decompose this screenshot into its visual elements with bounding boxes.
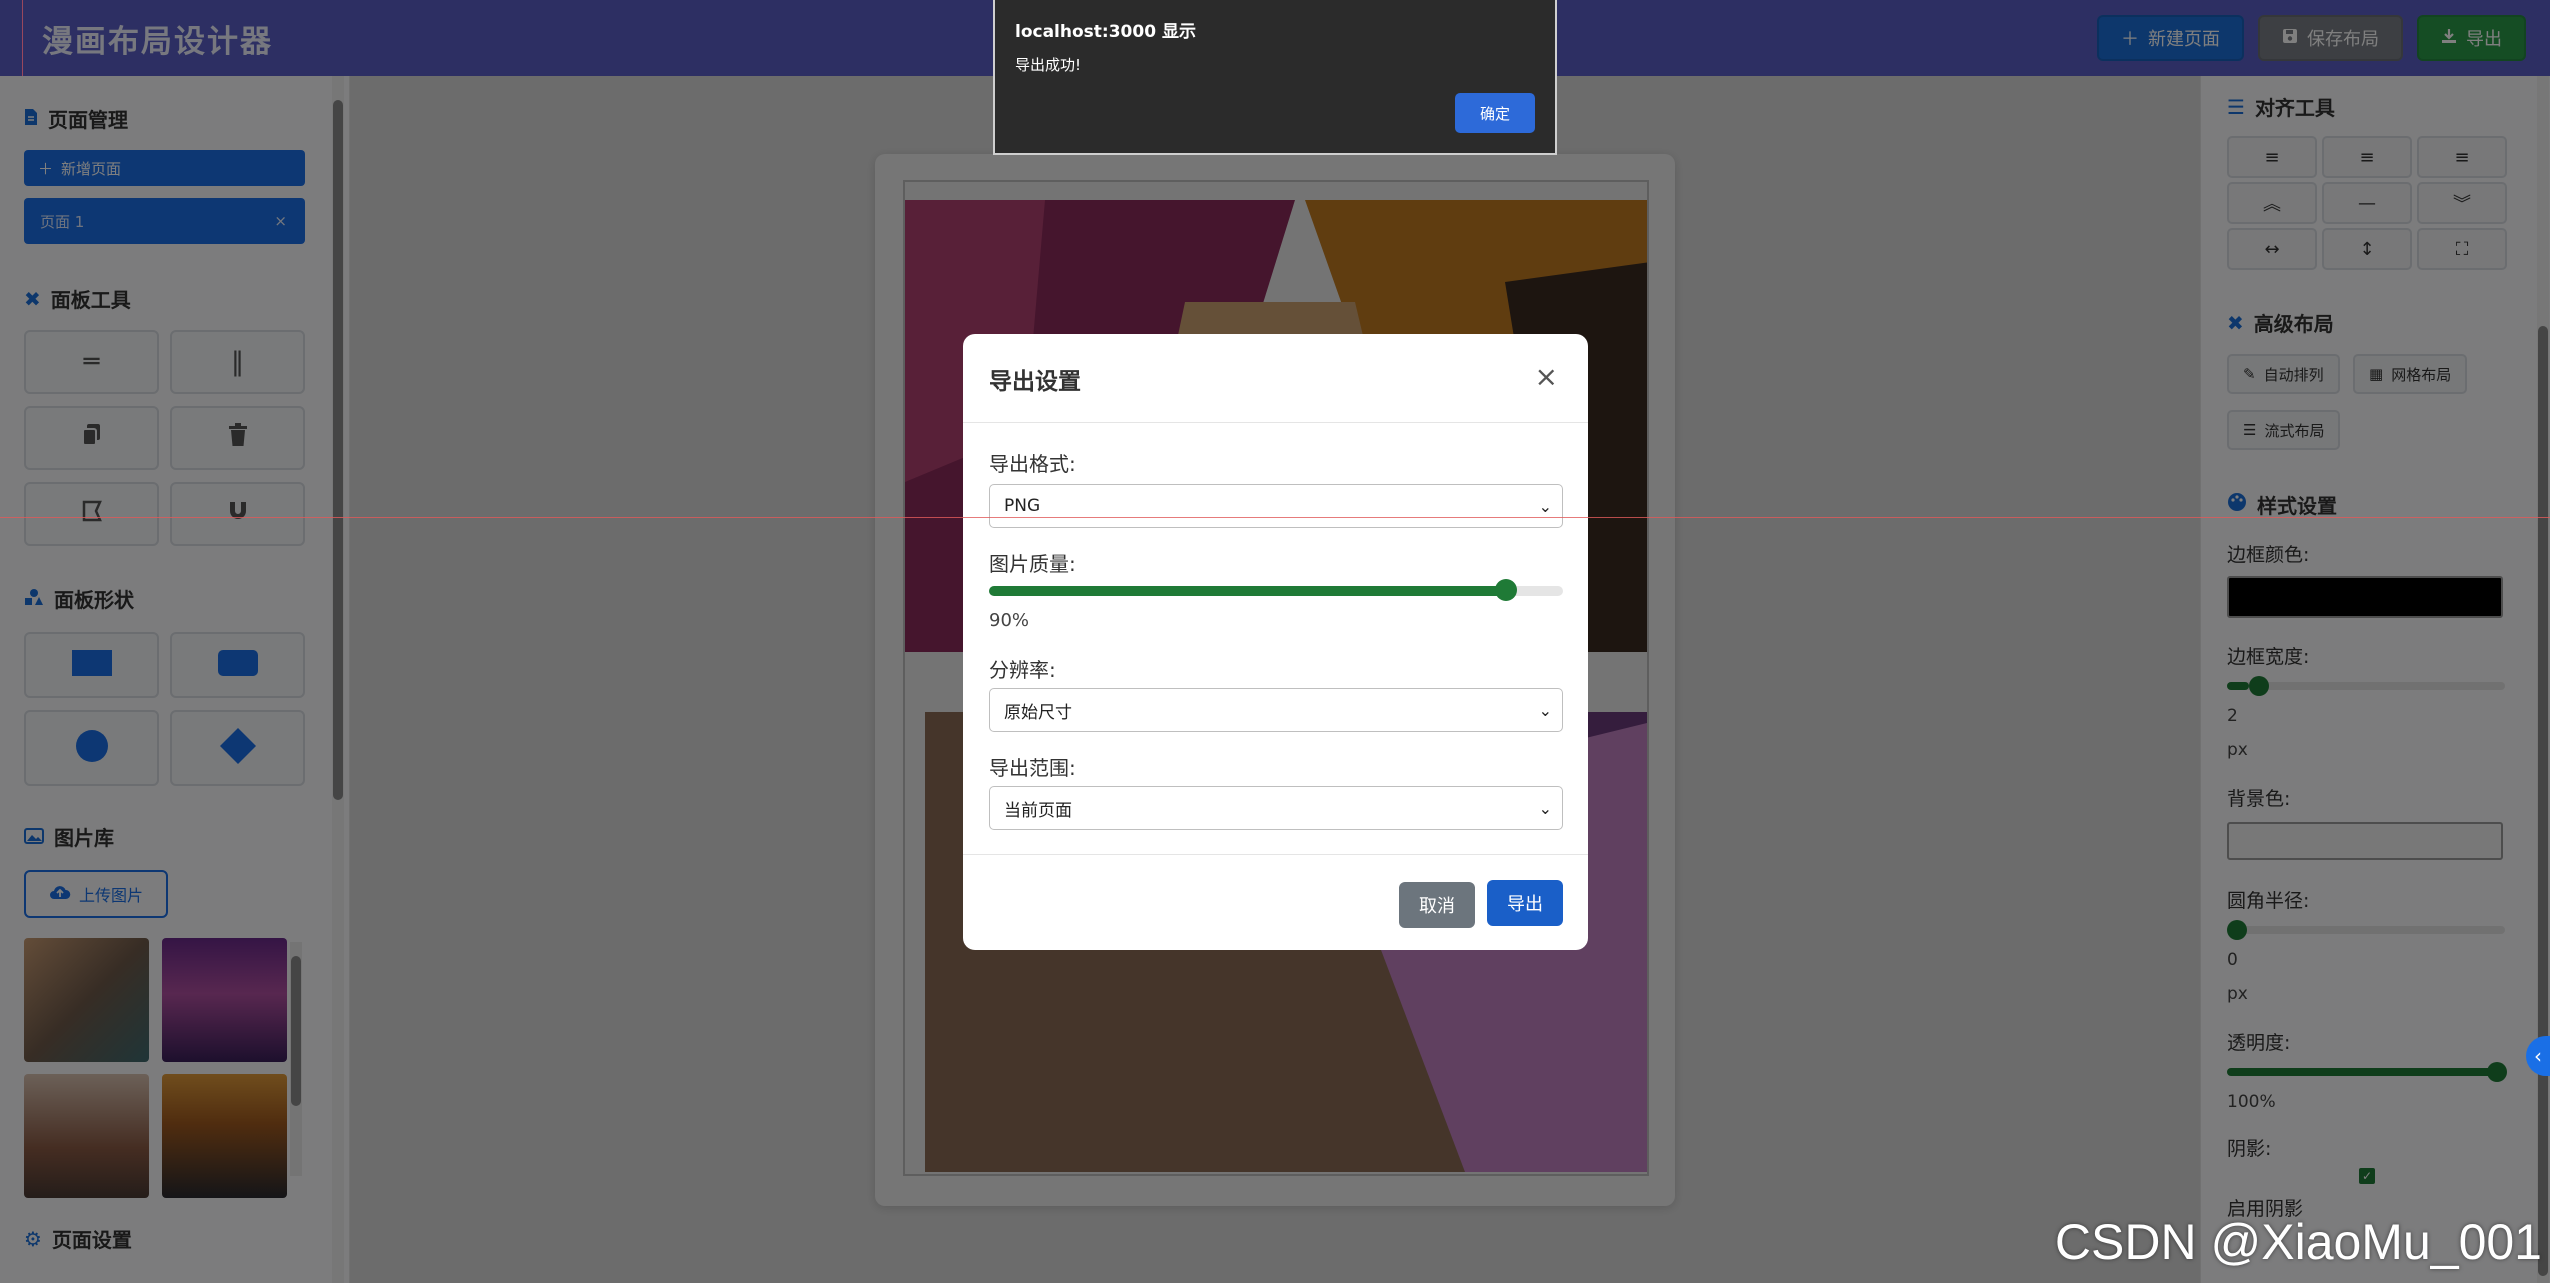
- resolution-label: 分辨率:: [989, 658, 1056, 682]
- cancel-button[interactable]: 取消: [1399, 882, 1475, 928]
- alert-ok-button[interactable]: 确定: [1455, 93, 1535, 133]
- quality-slider[interactable]: [989, 579, 1563, 601]
- vertical-guide-line: [22, 0, 23, 76]
- quality-slider-fill: [989, 586, 1506, 596]
- chevron-down-icon: ⌄: [1538, 700, 1552, 720]
- export-range-select-value: 当前页面: [1004, 800, 1072, 821]
- dialog-title: 导出设置: [989, 369, 1081, 395]
- resolution-select[interactable]: 原始尺寸 ⌄: [989, 688, 1563, 732]
- format-select[interactable]: PNG ⌄: [989, 484, 1563, 528]
- browser-alert: localhost:3000 显示 导出成功! 确定: [993, 0, 1557, 155]
- resolution-select-value: 原始尺寸: [1004, 702, 1072, 723]
- quality-label: 图片质量:: [989, 552, 1076, 576]
- format-label: 导出格式:: [989, 452, 1076, 476]
- dialog-header-divider: [963, 422, 1588, 423]
- quality-slider-knob[interactable]: [1494, 579, 1517, 601]
- horizontal-guide-line: [0, 517, 2550, 518]
- chevron-left-icon: ‹: [2534, 1044, 2542, 1068]
- export-range-select[interactable]: 当前页面 ⌄: [989, 786, 1563, 830]
- export-settings-dialog: 导出设置 × 导出格式: PNG ⌄ 图片质量: 90% 分辨率: 原始尺寸 ⌄…: [963, 334, 1588, 950]
- export-range-label: 导出范围:: [989, 756, 1076, 780]
- dialog-footer-divider: [963, 854, 1588, 855]
- confirm-export-button[interactable]: 导出: [1487, 880, 1563, 926]
- chevron-down-icon: ⌄: [1538, 496, 1552, 516]
- chevron-down-icon: ⌄: [1538, 798, 1552, 818]
- alert-message: 导出成功!: [1015, 56, 1082, 74]
- format-select-value: PNG: [1004, 496, 1041, 516]
- close-icon[interactable]: ×: [1535, 360, 1558, 393]
- quality-value: 90%: [989, 610, 1030, 631]
- alert-title: localhost:3000 显示: [1015, 22, 1196, 42]
- watermark: CSDN @XiaoMu_001: [2054, 1214, 2542, 1270]
